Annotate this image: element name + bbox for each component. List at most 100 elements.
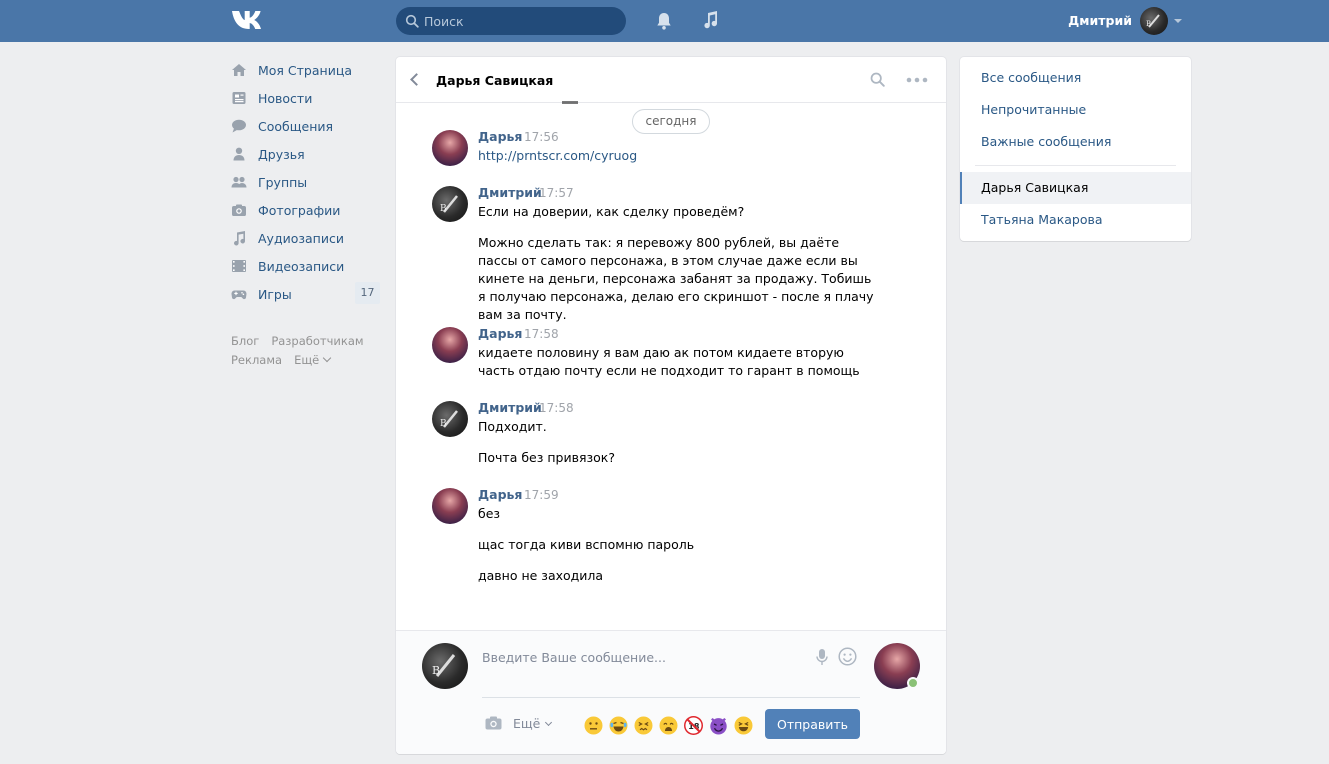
avatar-art-icon: B: [440, 195, 458, 214]
message-composer: B Ещё 18 Отпр: [396, 630, 946, 754]
gamepad-icon: [231, 290, 247, 300]
search-icon: [405, 14, 419, 28]
quick-emoji-bar: 18: [584, 716, 753, 735]
send-button[interactable]: Отправить: [765, 709, 860, 739]
search-icon[interactable]: [870, 72, 885, 87]
filter-all-messages[interactable]: Все сообщения: [960, 62, 1191, 94]
sidebar-item-label: Видеозаписи: [258, 259, 345, 274]
current-user-avatar[interactable]: B: [1140, 7, 1168, 35]
svg-text:B: B: [440, 419, 447, 429]
message-author[interactable]: Дмитрий: [478, 185, 542, 200]
message-text: Почта без привязок?: [478, 450, 615, 465]
top-bar: Дмитрий B: [0, 0, 1329, 42]
chat-header: Дарья Савицкая: [396, 57, 946, 103]
avatar[interactable]: B: [432, 401, 468, 437]
footer-more-dropdown[interactable]: Ещё: [294, 353, 332, 372]
avatar[interactable]: [432, 327, 468, 363]
sidebar-item-label: Новости: [258, 91, 313, 106]
avatar-art-icon: B: [1146, 14, 1160, 28]
sidebar-item-label: Группы: [258, 175, 308, 190]
message-link[interactable]: http://prntscr.com/cyruog: [478, 148, 637, 163]
sidebar-item-video[interactable]: Видеозаписи: [230, 252, 382, 280]
message-group: Дарья 17:59 без щас тогда киви вспомню п…: [432, 487, 902, 588]
chat-panel: Дарья Савицкая сегодня Дарья 17:56 http:…: [396, 57, 946, 754]
message-author[interactable]: Дарья: [478, 487, 522, 502]
footer-link-blog[interactable]: Блог: [231, 334, 259, 353]
message-time[interactable]: 17:59: [524, 488, 559, 502]
sidebar-item-photos[interactable]: Фотографии: [230, 196, 382, 224]
dialog-item-active[interactable]: Дарья Савицкая: [960, 172, 1191, 204]
message-text: кидаете половину я вам даю ак потом кида…: [478, 345, 860, 378]
message-author[interactable]: Дарья: [478, 129, 522, 144]
video-icon: [232, 260, 246, 272]
avatar[interactable]: [432, 488, 468, 524]
search-input[interactable]: [424, 7, 619, 35]
music-player-icon[interactable]: [701, 10, 719, 30]
more-attachments-label: Ещё: [513, 716, 541, 731]
neutral-face-emoji-icon[interactable]: [584, 716, 603, 735]
chat-title[interactable]: Дарья Савицкая: [436, 73, 553, 88]
weary-face-emoji-icon[interactable]: [659, 716, 678, 735]
message-group: B Дмитрий 17:57 Если на доверии, как сде…: [432, 185, 902, 322]
back-arrow-icon[interactable]: [410, 73, 423, 86]
message-author[interactable]: Дарья: [478, 326, 522, 341]
squinting-grin-emoji-icon[interactable]: [734, 716, 753, 735]
current-user-name[interactable]: Дмитрий: [1060, 13, 1132, 28]
smiling-imp-emoji-icon[interactable]: [709, 716, 728, 735]
sidebar-item-groups[interactable]: Группы: [230, 168, 382, 196]
search-box[interactable]: [396, 7, 626, 35]
messages-icon: [232, 119, 246, 133]
microphone-icon[interactable]: [816, 648, 828, 666]
message-time[interactable]: 17:58: [524, 327, 559, 341]
home-icon: [232, 64, 246, 76]
message-author[interactable]: Дмитрий: [478, 400, 542, 415]
message-body: Если на доверии, как сделку проведём? Мо…: [478, 203, 878, 337]
camera-icon[interactable]: [485, 716, 502, 730]
filter-unread[interactable]: Непрочитанные: [960, 94, 1191, 126]
sidebar-item-label: Игры: [258, 287, 292, 302]
footer-link-developers[interactable]: Разработчикам: [271, 334, 363, 353]
chevron-down-icon[interactable]: [1174, 19, 1182, 23]
sidebar-item-messages[interactable]: Сообщения: [230, 112, 382, 140]
avatar[interactable]: B: [432, 186, 468, 222]
more-attachments-button[interactable]: Ещё: [513, 716, 553, 731]
message-input[interactable]: [482, 646, 762, 668]
friends-icon: [233, 147, 245, 161]
sidebar-item-games[interactable]: Игры 17: [230, 280, 382, 308]
message-text: Подходит.: [478, 419, 547, 434]
message-time[interactable]: 17:56: [524, 130, 559, 144]
avatar-art-icon: B: [440, 410, 458, 429]
sidebar-item-label: Сообщения: [258, 119, 334, 134]
panel-divider: [975, 165, 1176, 166]
message-text: Если на доверии, как сделку проведём?: [478, 204, 745, 219]
footer-links: Блог Разработчикам Реклама Ещё: [231, 334, 391, 372]
emoji-picker-icon[interactable]: [838, 647, 857, 666]
message-body: Подходит. Почта без привязок?: [478, 418, 878, 480]
vk-logo-icon[interactable]: [230, 9, 264, 31]
footer-link-ads[interactable]: Реклама: [231, 353, 282, 372]
message-time[interactable]: 17:57: [539, 186, 574, 200]
avatar[interactable]: B: [422, 643, 468, 689]
message-group: Дарья 17:56 http://prntscr.com/cyruog: [432, 129, 902, 166]
online-status-dot: [907, 677, 919, 689]
message-group: B Дмитрий 17:58 Подходит. Почта без прив…: [432, 400, 902, 471]
message-text: без: [478, 506, 501, 521]
dialog-item[interactable]: Татьяна Макарова: [960, 204, 1191, 236]
sidebar-item-my-page[interactable]: Моя Страница: [230, 56, 382, 84]
sidebar-item-label: Моя Страница: [258, 63, 352, 78]
message-time[interactable]: 17:58: [539, 401, 574, 415]
conversations-filter-panel: Все сообщения Непрочитанные Важные сообщ…: [960, 57, 1191, 241]
notifications-bell-icon[interactable]: [655, 11, 673, 31]
laughing-tears-emoji-icon[interactable]: [609, 716, 628, 735]
sidebar-item-audio[interactable]: Аудиозаписи: [230, 224, 382, 252]
no-under-18-emoji-icon[interactable]: 18: [684, 716, 703, 735]
music-icon: [234, 231, 245, 246]
filter-important[interactable]: Важные сообщения: [960, 126, 1191, 158]
more-options-icon[interactable]: [906, 77, 928, 83]
message-text: Можно сделать так: я перевожу 800 рублей…: [478, 235, 874, 322]
persevering-face-emoji-icon[interactable]: [634, 716, 653, 735]
avatar[interactable]: [432, 130, 468, 166]
sidebar-item-label: Фотографии: [258, 203, 341, 218]
sidebar-item-news[interactable]: Новости: [230, 84, 382, 112]
sidebar-item-friends[interactable]: Друзья: [230, 140, 382, 168]
